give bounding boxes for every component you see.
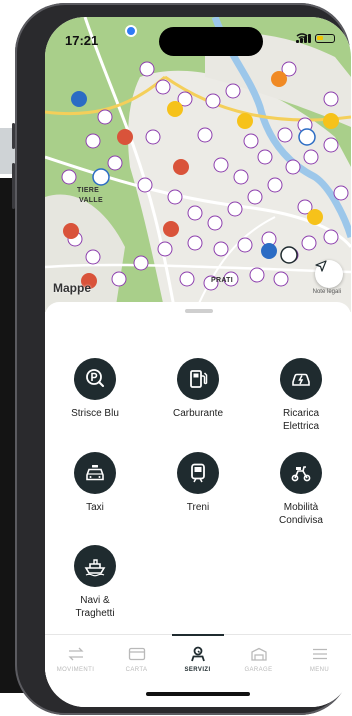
scooter-icon xyxy=(280,452,322,494)
service-label: Carburante xyxy=(172,408,224,419)
location-arrow-icon xyxy=(315,260,327,272)
train-icon xyxy=(177,452,219,494)
garage-icon xyxy=(228,643,289,665)
transfer-icon xyxy=(45,643,106,665)
status-time: 17:21 xyxy=(65,33,99,48)
parking-search-icon xyxy=(74,358,116,400)
fuel-pump-icon xyxy=(177,358,219,400)
tab-label: MENU xyxy=(309,667,330,673)
phone-frame: TIERE VALLE PRATI 17:21 Mappe Note legal… xyxy=(12,3,351,715)
maps-attribution[interactable]: Mappe xyxy=(53,281,91,295)
bottom-tab-bar: MOVIMENTI CARTA SERVIZI GARAGE MENU xyxy=(45,634,351,685)
dynamic-island xyxy=(159,27,263,56)
service-carburante[interactable]: Carburante xyxy=(153,358,243,420)
map-town-label: PRATI xyxy=(211,277,233,284)
service-label: Treni xyxy=(186,502,210,513)
menu-icon xyxy=(289,643,350,665)
phone-screen: TIERE VALLE PRATI 17:21 Mappe Note legal… xyxy=(45,17,351,707)
wifi-icon xyxy=(296,33,308,42)
status-indicators xyxy=(296,33,335,43)
sheet-drag-handle[interactable] xyxy=(185,309,213,313)
phone-side-button xyxy=(12,123,15,149)
map-town-label: TIERE xyxy=(77,187,100,194)
service-label-line2: Elettrica xyxy=(282,421,320,432)
tab-menu[interactable]: MENU xyxy=(289,635,350,685)
taxi-icon xyxy=(74,452,116,494)
tab-label: CARTA xyxy=(125,667,148,673)
tab-label: SERVIZI xyxy=(184,667,211,673)
service-label: Mobilità xyxy=(283,502,319,513)
service-navi-traghetti[interactable]: Navi & Traghetti xyxy=(50,545,140,620)
service-ricarica-elettrica[interactable]: Ricarica Elettrica xyxy=(256,358,346,433)
tab-carta[interactable]: CARTA xyxy=(106,635,167,685)
map-town-label: VALLE xyxy=(79,197,103,204)
tab-movimenti[interactable]: MOVIMENTI xyxy=(45,635,106,685)
service-label-line2: Traghetti xyxy=(75,608,115,619)
service-taxi[interactable]: Taxi xyxy=(50,452,140,514)
service-label: Navi & xyxy=(80,595,110,606)
legal-notes-link[interactable]: Note legali xyxy=(313,289,341,295)
service-strisce-blu[interactable]: Strisce Blu xyxy=(50,358,140,420)
battery-icon xyxy=(315,33,335,43)
home-indicator[interactable] xyxy=(146,692,250,696)
ev-charging-icon xyxy=(280,358,322,400)
services-icon xyxy=(167,643,228,665)
map-view[interactable]: TIERE VALLE PRATI 17:21 Mappe Note legal… xyxy=(45,17,351,312)
tab-label: GARAGE xyxy=(244,667,273,673)
service-mobilita-condivisa[interactable]: Mobilità Condivisa xyxy=(256,452,346,527)
card-icon xyxy=(106,643,167,665)
service-treni[interactable]: Treni xyxy=(153,452,243,514)
service-label-line2: Condivisa xyxy=(279,515,323,526)
tab-garage[interactable]: GARAGE xyxy=(228,635,289,685)
scene: TIERE VALLE PRATI 17:21 Mappe Note legal… xyxy=(0,0,352,716)
service-label: Ricarica xyxy=(282,408,320,419)
ferry-icon xyxy=(74,545,116,587)
tab-servizi[interactable]: SERVIZI xyxy=(167,635,228,685)
map-canvas xyxy=(45,17,351,312)
phone-side-button xyxy=(12,163,15,209)
service-label: Strisce Blu xyxy=(71,408,119,419)
locate-me-button[interactable] xyxy=(315,260,343,288)
service-label: Taxi xyxy=(86,502,104,513)
tab-label: MOVIMENTI xyxy=(56,667,95,673)
